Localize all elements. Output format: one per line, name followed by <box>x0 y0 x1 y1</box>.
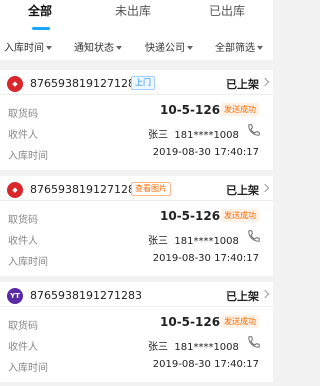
status-badge: 已上架 <box>226 184 259 197</box>
filter-notify-status-label: 通知状态 <box>74 43 114 54</box>
caret-down-icon <box>257 46 263 50</box>
tracking-number: 8765938191271283 <box>30 77 142 90</box>
status-badge: 已上架 <box>226 290 259 303</box>
tab-out[interactable]: 已出库 <box>209 2 245 19</box>
recipient-info: 张三 181****1008 <box>148 338 239 353</box>
courier-logo-icon: ◆ <box>7 76 23 92</box>
chevron-right-icon[interactable] <box>260 183 270 193</box>
recipient-label: 收件人 <box>8 130 38 141</box>
pickup-code: 10-5-126 <box>160 103 221 117</box>
top-tabs: 全部 未出库 已出库 <box>0 0 273 34</box>
tracking-number: 8765938191271283 <box>30 289 142 302</box>
filter-stock-time-label: 入库时间 <box>4 43 44 54</box>
filter-all[interactable]: 全部筛选 <box>215 39 263 54</box>
pickup-code-label: 取货码 <box>8 215 38 226</box>
filter-stock-time[interactable]: 入库时间 <box>4 39 52 54</box>
stock-time-label: 入库时间 <box>8 151 48 162</box>
notify-status-badge: 发送成功 <box>221 103 259 116</box>
parcel-card[interactable]: YT 8765938191271283 已上架 取货码 10-5-126 发送成… <box>0 282 273 382</box>
card-header: ◆ 8765938191271283 上门 已上架 <box>0 70 273 95</box>
filter-courier-label: 快递公司 <box>145 43 185 54</box>
stock-time: 2019-08-30 17:40:17 <box>152 253 259 264</box>
pickup-code: 10-5-126 <box>160 315 221 329</box>
filter-bar: 入库时间 通知状态 快递公司 全部筛选 <box>0 34 273 60</box>
notify-status-badge: 发送成功 <box>221 315 259 328</box>
recipient-info: 张三 181****1008 <box>148 126 239 141</box>
tab-all[interactable]: 全部 <box>28 2 52 19</box>
recipient-label: 收件人 <box>8 342 38 353</box>
active-tab-indicator <box>32 27 50 30</box>
caret-down-icon <box>46 46 52 50</box>
recipient-phone: 181****1008 <box>174 130 239 141</box>
pickup-code: 10-5-126 <box>160 209 221 223</box>
caret-down-icon <box>187 46 193 50</box>
notify-status-badge: 发送成功 <box>221 209 259 222</box>
chevron-right-icon[interactable] <box>260 289 270 299</box>
recipient-info: 张三 181****1008 <box>148 232 239 247</box>
stock-time-label: 入库时间 <box>8 363 48 374</box>
recipient-label: 收件人 <box>8 236 38 247</box>
parcel-card[interactable]: ◆ 8765938191271283 查看图片 已上架 取货码 10-5-126… <box>0 176 273 276</box>
recipient-name: 张三 <box>148 130 168 141</box>
courier-logo-icon: ◆ <box>7 182 23 198</box>
door-delivery-tag: 上门 <box>131 76 155 90</box>
stock-time: 2019-08-30 17:40:17 <box>152 359 259 370</box>
phone-icon[interactable] <box>247 229 261 243</box>
card-header: ◆ 8765938191271283 查看图片 已上架 <box>0 176 273 201</box>
phone-icon[interactable] <box>247 335 261 349</box>
card-header: YT 8765938191271283 已上架 <box>0 282 273 307</box>
courier-logo-icon: YT <box>7 288 23 304</box>
filter-all-label: 全部筛选 <box>215 43 255 54</box>
recipient-name: 张三 <box>148 236 168 247</box>
stock-time: 2019-08-30 17:40:17 <box>152 147 259 158</box>
stock-time-label: 入库时间 <box>8 257 48 268</box>
recipient-phone: 181****1008 <box>174 342 239 353</box>
filter-notify-status[interactable]: 通知状态 <box>74 39 122 54</box>
parcel-card[interactable]: ◆ 8765938191271283 上门 已上架 取货码 10-5-126 发… <box>0 70 273 170</box>
view-photo-tag[interactable]: 查看图片 <box>131 182 171 196</box>
phone-icon[interactable] <box>247 123 261 137</box>
filter-courier[interactable]: 快递公司 <box>145 39 193 54</box>
tab-not-out[interactable]: 未出库 <box>115 2 151 19</box>
tracking-number: 8765938191271283 <box>30 183 142 196</box>
pickup-code-label: 取货码 <box>8 109 38 120</box>
pickup-code-label: 取货码 <box>8 321 38 332</box>
recipient-phone: 181****1008 <box>174 236 239 247</box>
caret-down-icon <box>116 46 122 50</box>
chevron-right-icon[interactable] <box>260 77 270 87</box>
recipient-name: 张三 <box>148 342 168 353</box>
status-badge: 已上架 <box>226 78 259 91</box>
